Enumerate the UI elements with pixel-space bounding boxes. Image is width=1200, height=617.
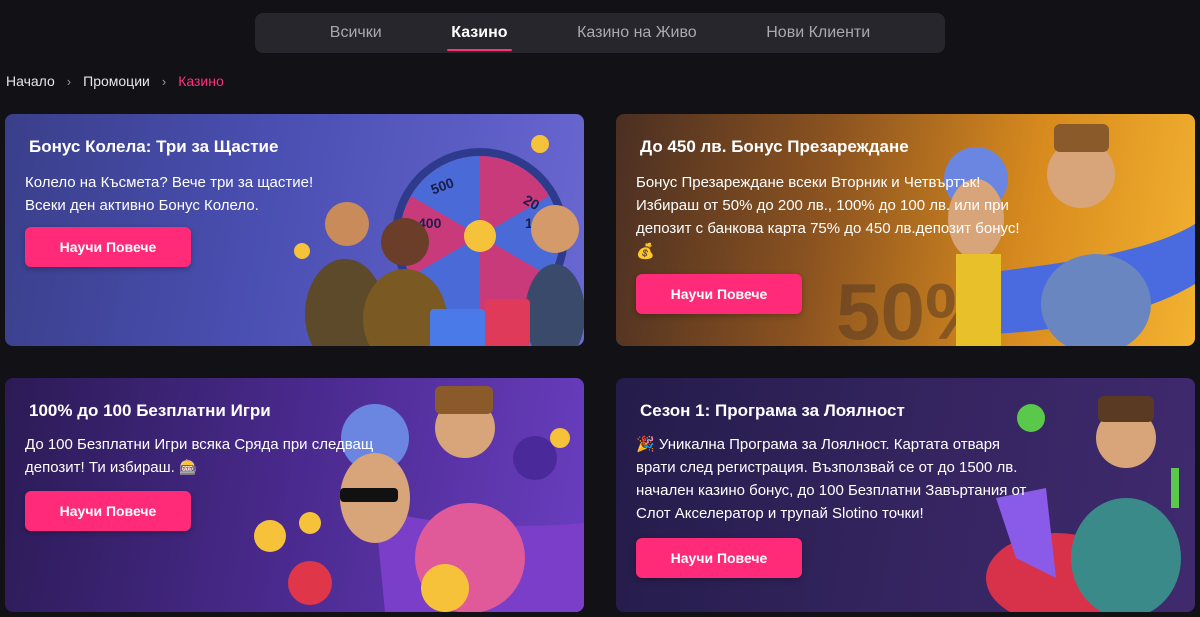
card-title: Бонус Колела: Три за Щастие: [29, 137, 279, 156]
card-description-line: депозит с банкова карта 75% до 450 лв.де…: [636, 220, 1020, 237]
free-games-illustration: [254, 386, 584, 612]
breadcrumb-home[interactable]: Начало: [6, 73, 55, 89]
chevron-right-icon: ›: [161, 73, 167, 89]
card-title: До 450 лв. Бонус Презареждане: [640, 137, 909, 156]
tab-live-casino[interactable]: Казино на Живо: [573, 13, 701, 53]
card-description-line: врати след регистрация. Възползвай се от…: [636, 459, 1018, 476]
card-description-line: начален казино бонус, до 100 Безплатни З…: [636, 482, 1027, 499]
card-description-line: Колело на Късмета? Вече три за щастие!: [25, 174, 314, 191]
breadcrumb-current: Казино: [178, 73, 224, 89]
card-description-line: Избираш от 50% до 200 лв., 100% до 100 л…: [636, 197, 1009, 214]
learn-more-button[interactable]: Научи Повече: [636, 538, 802, 578]
card-description: Колело на Късмета? Вече три за щастие! В…: [25, 171, 313, 217]
bonus-wheel-illustration: 500 400 20 10: [294, 135, 584, 346]
promo-card-reload-bonus[interactable]: 50% До 450 лв. Бонус Презареждане Бонус …: [616, 114, 1195, 346]
promo-card-bonus-wheels[interactable]: 500 400 20 10 Бонус Колела: Три за Щасти…: [5, 114, 584, 346]
tab-casino[interactable]: Казино: [447, 13, 512, 53]
card-title: 100% до 100 Безплатни Игри: [29, 401, 271, 420]
card-description-line: 💰: [636, 243, 655, 260]
promo-card-loyalty-program[interactable]: Сезон 1: Програма за Лоялност 🎉 Уникална…: [616, 378, 1195, 612]
learn-more-button[interactable]: Научи Повече: [25, 227, 191, 267]
card-description-line: Бонус Презареждане всеки Вторник и Четвъ…: [636, 174, 981, 191]
card-description-line: депозит! Ти избираш. 🎰: [25, 459, 198, 476]
breadcrumb-promotions[interactable]: Промоции: [83, 73, 150, 89]
card-description: 🎉 Уникална Програма за Лоялност. Картата…: [636, 433, 1026, 525]
learn-more-button[interactable]: Научи Повече: [25, 491, 191, 531]
tab-new-clients[interactable]: Нови Клиенти: [762, 13, 874, 53]
card-description: Бонус Презареждане всеки Вторник и Четвъ…: [636, 171, 1020, 263]
card-description-line: До 100 Безплатни Игри всяка Сряда при сл…: [25, 436, 374, 453]
chevron-right-icon: ›: [66, 73, 72, 89]
learn-more-button[interactable]: Научи Повече: [636, 274, 802, 314]
card-description-line: 🎉 Уникална Програма за Лоялност. Картата…: [636, 436, 1001, 453]
card-description: До 100 Безплатни Игри всяка Сряда при сл…: [25, 433, 373, 479]
tab-all[interactable]: Всички: [326, 13, 386, 53]
card-title: Сезон 1: Програма за Лоялност: [640, 401, 905, 420]
promo-card-free-games[interactable]: 100% до 100 Безплатни Игри До 100 Безпла…: [5, 378, 584, 612]
card-description-line: Слот Акселератор и трупай Slotino точки!: [636, 505, 924, 522]
promo-category-tabs: Всички Казино Казино на Живо Нови Клиент…: [255, 13, 945, 53]
breadcrumb: Начало › Промоции › Казино: [6, 71, 224, 91]
card-description-line: Всеки ден активно Бонус Колело.: [25, 197, 259, 214]
